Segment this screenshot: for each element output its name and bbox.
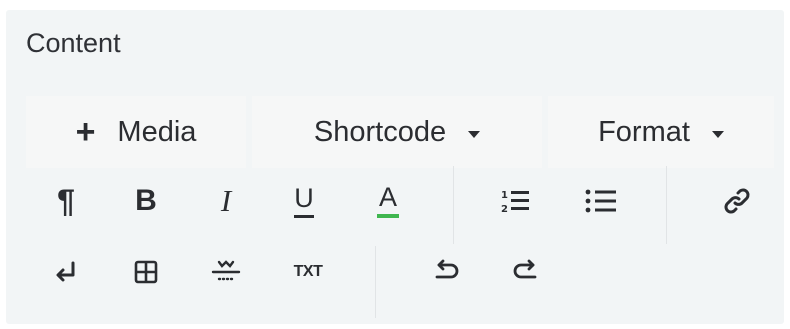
plus-icon: + [75, 113, 96, 151]
format-dropdown[interactable]: Format [548, 96, 774, 168]
font-color-bar [377, 214, 399, 218]
shortcode-dropdown[interactable]: Shortcode [252, 96, 542, 168]
undo-icon [435, 259, 459, 279]
paragraph-button[interactable]: ¶ [40, 175, 92, 227]
table-button[interactable] [120, 246, 172, 298]
line-break-icon [56, 261, 75, 282]
italic-icon: I [220, 183, 232, 218]
underline-icon: U [294, 182, 314, 213]
link-icon [724, 188, 750, 214]
font-color-button[interactable]: A [362, 175, 414, 227]
redo-button[interactable] [500, 246, 552, 298]
link-button[interactable] [711, 175, 763, 227]
table-icon [134, 260, 158, 284]
line-break-button[interactable] [40, 246, 92, 298]
font-color-icon: A [378, 182, 397, 212]
separator [375, 246, 376, 318]
ordered-list-button[interactable]: 1 2 [490, 175, 542, 227]
format-label: Format [598, 115, 690, 148]
add-media-button[interactable]: + Media [26, 96, 246, 168]
bold-icon: B [135, 184, 157, 217]
media-label: Media [117, 115, 197, 148]
read-more-icon [211, 260, 241, 281]
horizontal-rule-button[interactable] [200, 246, 252, 298]
bullet-list-icon [585, 189, 616, 213]
caret-down-icon [468, 130, 481, 138]
pilcrow-icon: ¶ [57, 182, 75, 219]
separator [453, 166, 454, 244]
content-editor-panel: Content + Media Shortcode Format ¶ B I U… [6, 10, 784, 324]
paste-as-text-button[interactable]: TXT [282, 246, 334, 298]
separator [666, 166, 667, 244]
unordered-list-button[interactable] [575, 175, 627, 227]
shortcode-label: Shortcode [313, 115, 447, 148]
redo-icon [513, 259, 537, 279]
svg-text:2: 2 [501, 204, 508, 214]
ordered-list-icon: 1 2 [501, 190, 529, 214]
text-icon: TXT [293, 263, 323, 280]
undo-button[interactable] [420, 246, 472, 298]
caret-down-icon [711, 130, 724, 138]
underline-bar [294, 214, 314, 218]
italic-button[interactable]: I [200, 175, 252, 227]
section-title: Content [26, 28, 121, 58]
underline-button[interactable]: U [278, 175, 330, 227]
svg-text:1: 1 [501, 190, 508, 201]
bold-button[interactable]: B [120, 175, 172, 227]
